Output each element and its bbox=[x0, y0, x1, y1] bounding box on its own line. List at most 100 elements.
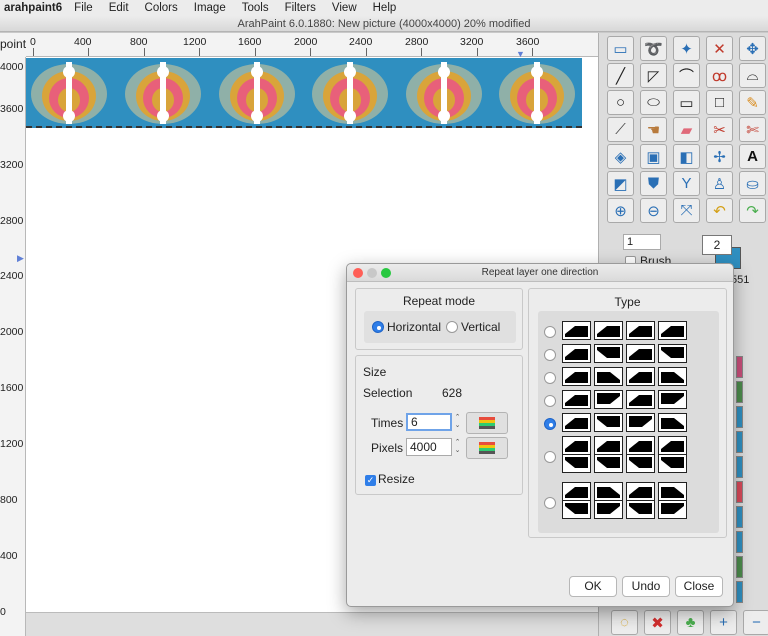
horizontal-label[interactable]: Horizontal bbox=[387, 320, 441, 334]
line-icon[interactable]: ╱ bbox=[607, 63, 634, 88]
filter-icon[interactable]: Y bbox=[673, 171, 700, 196]
smudge-icon[interactable]: ☚ bbox=[640, 117, 667, 142]
type-cell bbox=[562, 436, 591, 455]
curve-icon[interactable]: ⌒ bbox=[673, 63, 700, 88]
bezier-icon[interactable]: ⌓ bbox=[739, 63, 766, 88]
horizontal-scrollbar[interactable] bbox=[26, 612, 598, 636]
palette-swatch[interactable] bbox=[736, 431, 743, 453]
palette-swatch[interactable] bbox=[736, 406, 743, 428]
pattern-icon[interactable]: ✢ bbox=[706, 144, 733, 169]
type-cell bbox=[626, 390, 655, 409]
move-icon[interactable]: ✥ bbox=[739, 36, 766, 61]
menu-help[interactable]: Help bbox=[373, 2, 397, 14]
select-rect-icon[interactable]: ▭ bbox=[607, 36, 634, 61]
resize-checkbox[interactable]: ✓ bbox=[365, 475, 376, 486]
type-cell bbox=[562, 482, 591, 501]
fit-icon[interactable]: ⤧ bbox=[673, 198, 700, 223]
zoom-window-icon[interactable] bbox=[381, 268, 391, 278]
redo-icon[interactable]: ↷ bbox=[739, 198, 766, 223]
palette-swatch[interactable] bbox=[736, 556, 743, 578]
delete-icon[interactable]: ✖ bbox=[644, 610, 671, 635]
mirror-icon[interactable]: ◧ bbox=[673, 144, 700, 169]
close-button[interactable]: Close bbox=[675, 576, 723, 597]
freehand-icon[interactable]: ꝏ bbox=[706, 63, 733, 88]
menu-view[interactable]: View bbox=[332, 2, 357, 14]
minimize-window-icon[interactable] bbox=[367, 268, 377, 278]
fill-icon[interactable]: ◈ bbox=[607, 144, 634, 169]
palette-swatch[interactable] bbox=[736, 506, 743, 528]
lasso-icon[interactable]: ➰ bbox=[640, 36, 667, 61]
pen-icon[interactable]: ♙ bbox=[706, 171, 733, 196]
ellipse-circle-icon[interactable]: ○ bbox=[607, 90, 634, 115]
app-menu[interactable]: arahpaint6 bbox=[4, 2, 62, 14]
type-radio[interactable] bbox=[544, 326, 556, 338]
brush-size-field[interactable]: 2 bbox=[702, 235, 732, 255]
menu-image[interactable]: Image bbox=[194, 2, 226, 14]
horizontal-radio[interactable] bbox=[372, 321, 384, 333]
stamp-icon[interactable]: ▣ bbox=[640, 144, 667, 169]
eyedropper-icon[interactable]: ⟋ bbox=[607, 117, 634, 142]
type-glyph bbox=[629, 457, 652, 468]
bucket-icon[interactable]: ⛀ bbox=[739, 171, 766, 196]
cut-icon[interactable]: ✄ bbox=[739, 117, 766, 142]
type-cell bbox=[562, 454, 591, 473]
vertical-radio[interactable] bbox=[446, 321, 458, 333]
times-preview-button[interactable] bbox=[466, 412, 508, 434]
lightbulb-icon[interactable]: ◌ bbox=[611, 610, 638, 635]
zoom-in-icon[interactable]: ⊕ bbox=[607, 198, 634, 223]
pencil-icon[interactable]: ✎ bbox=[739, 90, 766, 115]
add-icon[interactable]: + bbox=[710, 610, 737, 635]
type-radio[interactable] bbox=[544, 372, 556, 384]
type-radio[interactable] bbox=[544, 497, 556, 509]
menu-tools[interactable]: Tools bbox=[242, 2, 269, 14]
transform-icon[interactable]: ◩ bbox=[607, 171, 634, 196]
palette-swatch[interactable] bbox=[736, 531, 743, 553]
square-icon[interactable]: □ bbox=[706, 90, 733, 115]
vertical-label[interactable]: Vertical bbox=[461, 320, 500, 334]
line-width-spinner[interactable]: 1 bbox=[623, 234, 661, 250]
ruler-left-label: 1200 bbox=[0, 438, 24, 450]
times-input[interactable]: 6 bbox=[406, 413, 452, 431]
close-window-icon[interactable] bbox=[353, 268, 363, 278]
type-radio[interactable] bbox=[544, 451, 556, 463]
palette-swatch[interactable] bbox=[736, 481, 743, 503]
resize-label[interactable]: Resize bbox=[378, 472, 415, 486]
undo-button[interactable]: Undo bbox=[622, 576, 670, 597]
type-glyph bbox=[597, 457, 620, 468]
polygon-icon[interactable]: ◸ bbox=[640, 63, 667, 88]
palette-swatch[interactable] bbox=[736, 356, 743, 378]
pixels-preview-button[interactable] bbox=[466, 437, 508, 459]
ruler-top-label: 3600 bbox=[516, 36, 540, 48]
type-cell bbox=[658, 367, 687, 386]
type-radio-selected[interactable] bbox=[544, 418, 556, 430]
times-stepper[interactable]: ⌃ ⌄ bbox=[453, 414, 462, 432]
rectangle-icon[interactable]: ▭ bbox=[673, 90, 700, 115]
remove-icon[interactable]: − bbox=[743, 610, 768, 635]
palette-swatch[interactable] bbox=[736, 581, 743, 603]
crop-icon[interactable]: ✕ bbox=[706, 36, 733, 61]
eraser-icon[interactable]: ▰ bbox=[673, 117, 700, 142]
magic-wand-icon[interactable]: ✦ bbox=[673, 36, 700, 61]
dialog-title: Repeat layer one direction bbox=[481, 267, 599, 278]
zoom-out-icon[interactable]: ⊖ bbox=[640, 198, 667, 223]
undo-icon[interactable]: ↶ bbox=[706, 198, 733, 223]
text-icon[interactable]: A bbox=[739, 144, 766, 169]
type-glyph bbox=[565, 395, 588, 406]
ok-button[interactable]: OK bbox=[569, 576, 617, 597]
menu-file[interactable]: File bbox=[74, 2, 93, 14]
menu-edit[interactable]: Edit bbox=[109, 2, 129, 14]
shape-icon[interactable]: ⛊ bbox=[640, 171, 667, 196]
ellipse-icon[interactable]: ⬭ bbox=[640, 90, 667, 115]
tree-icon[interactable]: ♣ bbox=[677, 610, 704, 635]
pattern-layer[interactable] bbox=[26, 58, 582, 128]
type-radio[interactable] bbox=[544, 349, 556, 361]
palette-swatch[interactable] bbox=[736, 381, 743, 403]
type-glyph bbox=[661, 393, 684, 404]
menu-filters[interactable]: Filters bbox=[285, 2, 316, 14]
palette-swatch[interactable] bbox=[736, 456, 743, 478]
scissors-icon[interactable]: ✂ bbox=[706, 117, 733, 142]
pixels-input[interactable]: 4000 bbox=[406, 438, 452, 456]
pixels-stepper[interactable]: ⌃ ⌄ bbox=[453, 439, 462, 457]
type-radio[interactable] bbox=[544, 395, 556, 407]
menu-colors[interactable]: Colors bbox=[145, 2, 178, 14]
